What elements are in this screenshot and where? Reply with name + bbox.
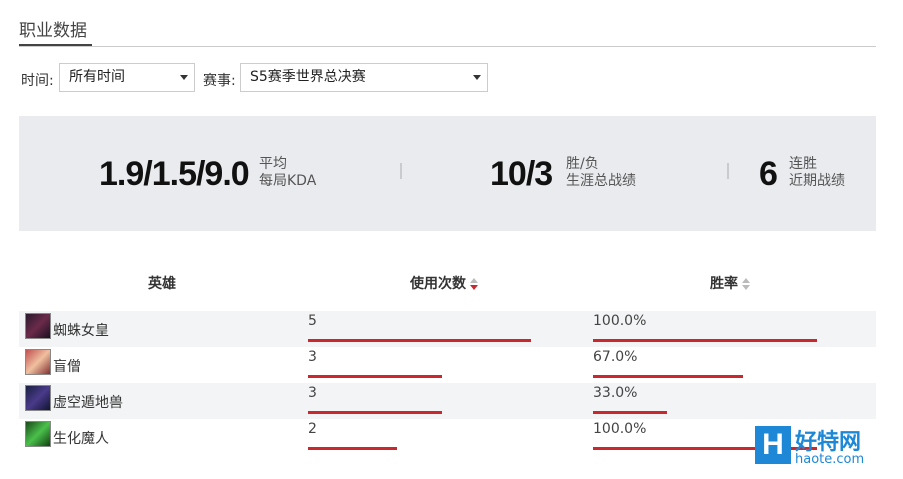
event-filter-label: 赛事: [203,73,236,89]
site-watermark: H 好特网 haote.com [755,424,885,470]
streak-caption-line2: 近期战绩 [789,173,845,189]
chevron-down-icon [180,75,188,80]
streak-caption-line1: 连胜 [789,156,817,172]
sort-icon [742,277,750,291]
column-header-winrate-label: 胜率 [710,276,738,292]
lee-sin-portrait-icon [25,349,51,375]
event-filter-value: S5赛季世界总决赛 [250,69,366,85]
hero-name: 虚空遁地兽 [53,395,123,411]
table-row[interactable]: 虚空遁地兽 3 33.0% [19,383,876,419]
watermark-url: haote.com [795,452,865,467]
hero-name: 生化魔人 [53,431,109,447]
time-filter-label: 时间: [21,73,54,89]
use-count-bar [308,411,442,414]
win-rate-bar [593,411,667,414]
streak-caption: 连胜 近期战绩 [789,156,845,190]
use-count-bar [308,375,442,378]
win-rate: 33.0% [593,385,638,401]
event-filter-select[interactable]: S5赛季世界总决赛 [240,63,488,92]
reksai-portrait-icon [25,385,51,411]
chevron-down-icon [473,75,481,80]
use-count-bar [308,447,397,450]
use-count: 5 [308,313,317,329]
table-row[interactable]: 盲僧 3 67.0% [19,347,876,383]
record-value: 10/3 [490,155,553,193]
sort-icon [470,277,478,291]
win-rate: 100.0% [593,313,647,329]
use-count-bar [308,339,531,342]
win-rate-bar [593,339,817,342]
use-count: 2 [308,421,317,437]
column-header-hero-label: 英雄 [148,276,176,292]
zac-portrait-icon [25,421,51,447]
record-caption: 胜/负 生涯总战绩 [566,156,636,190]
table-row[interactable]: 蜘蛛女皇 5 100.0% [19,311,876,347]
elise-portrait-icon [25,313,51,339]
stats-separator [727,163,729,179]
kda-caption-line1: 平均 [259,156,287,172]
win-rate: 67.0% [593,349,638,365]
page-title: 职业数据 [19,21,87,41]
record-caption-line1: 胜/负 [566,156,599,172]
kda-caption-line2: 每局KDA [259,173,317,189]
kda-caption: 平均 每局KDA [259,156,316,190]
time-filter-value: 所有时间 [69,69,125,85]
use-count: 3 [308,349,317,365]
table-row[interactable]: 生化魔人 2 100.0% [19,419,876,455]
record-caption-line2: 生涯总战绩 [566,173,636,189]
watermark-logo: H [755,426,791,464]
win-rate: 100.0% [593,421,647,437]
streak-value: 6 [759,155,778,193]
stats-summary-panel: 1.9/1.5/9.0 平均 每局KDA 10/3 胜/负 生涯总战绩 6 连胜… [19,116,876,231]
column-header-uses[interactable]: 使用次数 [410,273,478,293]
win-rate-bar [593,375,743,378]
column-header-hero: 英雄 [148,273,176,293]
hero-name: 盲僧 [53,359,81,375]
hero-name: 蜘蛛女皇 [53,323,109,339]
title-divider [19,46,876,47]
use-count: 3 [308,385,317,401]
kda-value: 1.9/1.5/9.0 [99,155,250,193]
stats-separator [400,163,402,179]
time-filter-select[interactable]: 所有时间 [59,63,195,92]
column-header-winrate[interactable]: 胜率 [710,273,750,293]
column-header-uses-label: 使用次数 [410,276,466,292]
